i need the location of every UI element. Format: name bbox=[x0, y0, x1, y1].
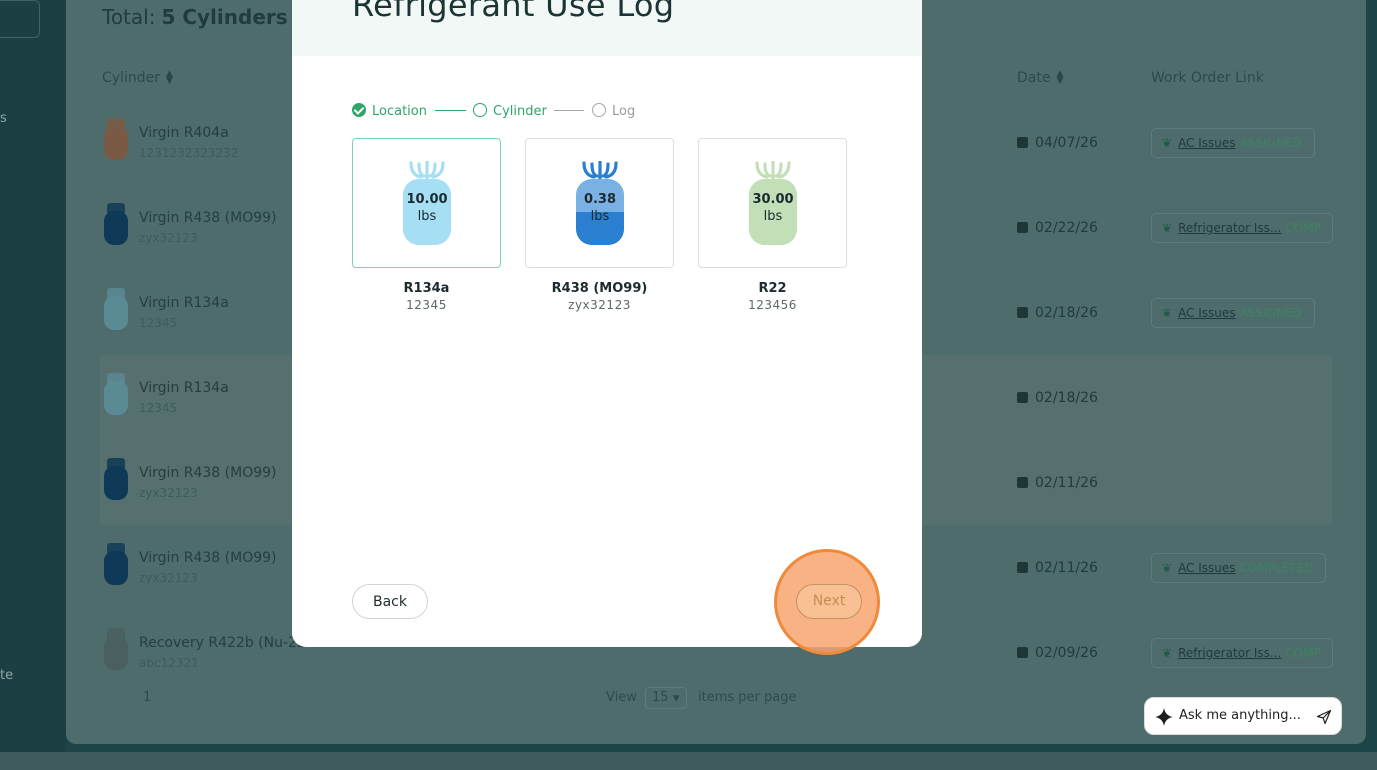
sort-icon: ▲ ▼ bbox=[1056, 69, 1064, 86]
cylinder-icon bbox=[104, 288, 128, 330]
check-icon bbox=[352, 103, 366, 117]
cylinder-serial: 123456 bbox=[748, 298, 797, 312]
refrigerant-name: R22 bbox=[758, 281, 787, 296]
refrigerant-tank-icon: 0.38 lbs bbox=[576, 161, 624, 245]
cylinder-name: Virgin R134a bbox=[139, 380, 229, 396]
cylinder-serial: 12345 bbox=[406, 298, 447, 312]
refrigerant-name: R438 (MO99) bbox=[551, 281, 648, 296]
status-badge: COMPLETED bbox=[1239, 561, 1314, 575]
status-badge: ASSIGNED bbox=[1239, 306, 1302, 320]
tank-unit: lbs bbox=[417, 209, 437, 224]
refrigerant-name: R134a bbox=[403, 281, 450, 296]
cylinder-code: abc12321 bbox=[139, 656, 199, 670]
cylinder-icon bbox=[104, 373, 128, 415]
refrigerant-tank-icon: 30.00 lbs bbox=[749, 161, 797, 245]
cylinder-name: Virgin R404a bbox=[139, 125, 229, 141]
leaf-icon: ❦ bbox=[1162, 136, 1173, 150]
column-header-date[interactable]: Date ▲ ▼ bbox=[1017, 69, 1064, 87]
pagination-page[interactable]: 1 bbox=[143, 690, 151, 705]
work-order-link[interactable]: ❦ AC Issues ASSIGNED bbox=[1151, 298, 1315, 328]
cylinder-icon bbox=[104, 628, 128, 670]
step-connector bbox=[554, 110, 584, 111]
date-cell: 02/11/26 bbox=[1017, 475, 1098, 491]
date-cell: 02/18/26 bbox=[1017, 305, 1098, 321]
footer-strip bbox=[0, 752, 1377, 770]
step-circle-icon bbox=[473, 103, 487, 117]
cylinder-serial: zyx32123 bbox=[568, 298, 631, 312]
cylinder-code: zyx32123 bbox=[139, 231, 198, 245]
sidebar-box[interactable] bbox=[0, 0, 40, 38]
cylinder-name: Virgin R438 (MO99) bbox=[139, 210, 277, 226]
cylinder-option-label: R134a 12345 bbox=[352, 281, 501, 312]
step-location: Location bbox=[352, 103, 427, 119]
step-log: Log bbox=[592, 103, 635, 119]
total-count: Total: 5 Cylinders bbox=[102, 5, 288, 29]
cylinder-option-label: R438 (MO99) zyx32123 bbox=[525, 281, 674, 312]
status-badge: COMP bbox=[1285, 221, 1321, 235]
date-cell: 02/22/26 bbox=[1017, 220, 1098, 236]
left-sidebar: s te bbox=[0, 0, 66, 770]
cylinder-option-card[interactable]: 30.00 lbs bbox=[698, 138, 847, 268]
cylinder-icon bbox=[104, 203, 128, 245]
cylinder-code: zyx32123 bbox=[139, 486, 198, 500]
cylinder-option-card[interactable]: 0.38 lbs bbox=[525, 138, 674, 268]
cylinder-code: 1231232323232 bbox=[139, 146, 239, 160]
leaf-icon: ❦ bbox=[1162, 561, 1173, 575]
cylinder-name: Virgin R438 (MO99) bbox=[139, 465, 277, 481]
date-cell: 02/18/26 bbox=[1017, 390, 1098, 406]
view-label: View bbox=[606, 690, 637, 705]
cylinder-option-card[interactable]: 10.00 lbs bbox=[352, 138, 501, 268]
sort-icon: ▲ ▼ bbox=[165, 69, 173, 86]
cylinder-name: Virgin R438 (MO99) bbox=[139, 550, 277, 566]
leaf-icon: ❦ bbox=[1162, 646, 1173, 660]
sparkle-icon bbox=[1155, 708, 1173, 726]
column-header-cylinder[interactable]: Cylinder ▲ ▼ bbox=[102, 69, 173, 87]
step-circle-icon bbox=[592, 103, 606, 117]
work-order-link[interactable]: ❦ AC Issues COMPLETED bbox=[1151, 553, 1327, 583]
date-cell: 02/09/26 bbox=[1017, 645, 1098, 661]
status-badge: ASSIGNED bbox=[1239, 136, 1302, 150]
date-cell: 02/11/26 bbox=[1017, 560, 1098, 576]
leaf-icon: ❦ bbox=[1162, 306, 1173, 320]
step-cylinder: Cylinder bbox=[473, 103, 547, 119]
refrigerant-tank-icon: 10.00 lbs bbox=[403, 161, 451, 245]
send-icon[interactable] bbox=[1316, 709, 1332, 725]
tank-unit: lbs bbox=[763, 209, 783, 224]
sidebar-text: te bbox=[0, 668, 14, 683]
status-badge: COMP bbox=[1285, 646, 1321, 660]
cylinder-name: Virgin R134a bbox=[139, 295, 229, 311]
cylinder-code: 12345 bbox=[139, 401, 178, 415]
work-order-link[interactable]: ❦ Refrigerator Iss... COMP bbox=[1151, 638, 1333, 668]
tank-weight: 30.00 bbox=[752, 192, 794, 207]
step-connector bbox=[435, 110, 466, 111]
cylinder-icon bbox=[104, 458, 128, 500]
per-page-select[interactable]: 15 ▼ bbox=[645, 687, 687, 709]
back-button[interactable]: Back bbox=[352, 584, 428, 619]
items-per-page-label: items per page bbox=[698, 690, 797, 705]
cylinder-icon bbox=[104, 118, 128, 160]
ask-input[interactable]: Ask me anything... bbox=[1179, 708, 1301, 723]
cylinder-code: 12345 bbox=[139, 316, 178, 330]
chevron-down-icon: ▼ bbox=[672, 694, 680, 704]
column-header-work-order: Work Order Link bbox=[1151, 70, 1264, 86]
work-order-link[interactable]: ❦ Refrigerator Iss... COMP bbox=[1151, 213, 1333, 243]
next-button-highlighted[interactable]: Next bbox=[796, 584, 862, 619]
cylinder-icon bbox=[104, 543, 128, 585]
tank-unit: lbs bbox=[590, 209, 610, 224]
modal-title: Refrigerant Use Log bbox=[352, 0, 675, 24]
leaf-icon: ❦ bbox=[1162, 221, 1173, 235]
cylinder-code: zyx32123 bbox=[139, 571, 198, 585]
tank-weight: 10.00 bbox=[406, 192, 448, 207]
sidebar-text: s bbox=[0, 111, 7, 126]
date-cell: 04/07/26 bbox=[1017, 135, 1098, 151]
work-order-link[interactable]: ❦ AC Issues ASSIGNED bbox=[1151, 128, 1315, 158]
ask-assistant-box[interactable]: Ask me anything... bbox=[1144, 697, 1342, 735]
tank-weight: 0.38 bbox=[583, 192, 617, 207]
cylinder-option-label: R22 123456 bbox=[698, 281, 847, 312]
